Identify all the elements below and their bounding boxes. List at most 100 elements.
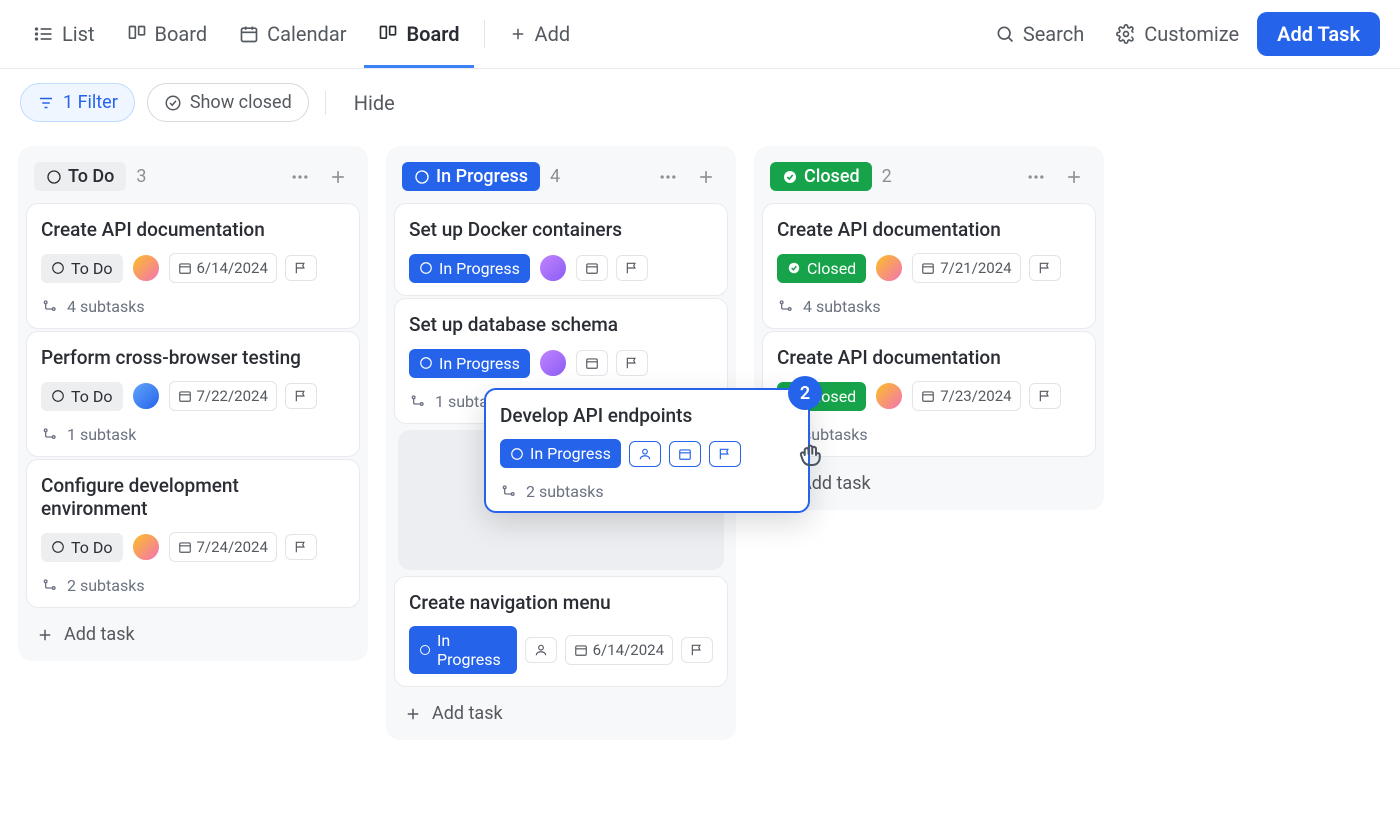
priority-flag[interactable] bbox=[616, 350, 648, 376]
task-card[interactable]: Configure development environment To Do … bbox=[26, 459, 360, 608]
task-card[interactable]: Set up Docker containers In Progress bbox=[394, 203, 728, 296]
person-icon bbox=[534, 643, 548, 657]
assignee-avatar[interactable] bbox=[538, 253, 568, 283]
task-card[interactable]: Perform cross-browser testing To Do 7/22… bbox=[26, 331, 360, 457]
task-status-chip[interactable]: To Do bbox=[41, 382, 123, 411]
plus-icon bbox=[509, 25, 527, 43]
customize-button[interactable]: Customize bbox=[1102, 14, 1253, 54]
priority-flag[interactable] bbox=[616, 255, 648, 281]
priority-flag[interactable] bbox=[285, 383, 317, 409]
assignee-avatar[interactable] bbox=[131, 532, 161, 562]
subtasks-row[interactable]: 2 subtasks bbox=[500, 478, 794, 501]
task-status-chip[interactable]: In Progress bbox=[409, 254, 530, 283]
filter-button[interactable]: 1 Filter bbox=[20, 83, 135, 122]
assignee-empty[interactable] bbox=[525, 637, 557, 663]
plus-icon bbox=[404, 705, 422, 723]
assignee-avatar[interactable] bbox=[874, 253, 904, 283]
due-date[interactable]: 6/14/2024 bbox=[565, 635, 673, 665]
task-status-label: To Do bbox=[71, 387, 113, 406]
task-status-chip[interactable]: In Progress bbox=[500, 439, 621, 468]
column-name: In Progress bbox=[436, 166, 528, 187]
due-date[interactable] bbox=[576, 255, 608, 281]
task-status-chip[interactable]: To Do bbox=[41, 533, 123, 562]
task-title: Set up database schema bbox=[409, 313, 713, 336]
subtasks-text: 2 subtasks bbox=[526, 482, 604, 501]
column-name: To Do bbox=[68, 166, 114, 187]
view-tab-board-active[interactable]: Board bbox=[364, 12, 473, 56]
subtasks-row[interactable]: 4 subtasks bbox=[777, 293, 1081, 316]
flag-icon bbox=[1038, 389, 1052, 403]
task-status-chip[interactable]: In Progress bbox=[409, 349, 530, 378]
subtasks-row[interactable]: 4 subtasks bbox=[41, 293, 345, 316]
assignee-avatar[interactable] bbox=[131, 381, 161, 411]
priority-flag[interactable] bbox=[1029, 383, 1061, 409]
assignee-avatar[interactable] bbox=[538, 348, 568, 378]
filter-icon bbox=[37, 94, 55, 112]
subtasks-row[interactable]: 1 subtask bbox=[41, 421, 345, 444]
due-date[interactable]: 7/21/2024 bbox=[912, 253, 1020, 283]
priority-flag[interactable] bbox=[709, 441, 741, 467]
column-add-button[interactable] bbox=[324, 163, 352, 191]
column-status-chip[interactable]: To Do bbox=[34, 162, 126, 191]
dragging-task-card[interactable]: 2 Develop API endpoints In Progress 2 su… bbox=[484, 388, 810, 513]
subtasks-row[interactable]: 2 subtasks bbox=[41, 572, 345, 595]
flag-icon bbox=[690, 643, 704, 657]
priority-flag[interactable] bbox=[681, 637, 713, 663]
due-date[interactable]: 7/23/2024 bbox=[912, 381, 1020, 411]
flag-icon bbox=[718, 447, 732, 461]
add-task-row[interactable]: Add task bbox=[22, 612, 364, 657]
task-title: Create navigation menu bbox=[409, 591, 713, 614]
search-button[interactable]: Search bbox=[981, 14, 1098, 54]
column-more-button[interactable] bbox=[654, 163, 682, 191]
task-card[interactable]: Create navigation menu In Progress 6/14/… bbox=[394, 576, 728, 687]
task-status-label: In Progress bbox=[530, 444, 611, 463]
task-status-chip[interactable]: To Do bbox=[41, 254, 123, 283]
due-date[interactable]: 7/22/2024 bbox=[169, 381, 277, 411]
plus-icon bbox=[696, 167, 716, 187]
task-card[interactable]: Create API documentation To Do 6/14/2024 bbox=[26, 203, 360, 329]
due-date-text: 7/24/2024 bbox=[197, 538, 268, 556]
assignee-avatar[interactable] bbox=[131, 253, 161, 283]
due-date-text: 7/22/2024 bbox=[197, 387, 268, 405]
priority-flag[interactable] bbox=[1029, 255, 1061, 281]
flag-icon bbox=[1038, 261, 1052, 275]
circle-icon bbox=[51, 389, 65, 403]
calendar-icon bbox=[585, 356, 599, 370]
assignee-avatar[interactable] bbox=[874, 381, 904, 411]
more-icon bbox=[290, 167, 310, 187]
priority-flag[interactable] bbox=[285, 255, 317, 281]
due-date[interactable] bbox=[576, 350, 608, 376]
column-add-button[interactable] bbox=[1060, 163, 1088, 191]
circle-icon bbox=[46, 169, 62, 185]
task-status-chip[interactable]: In Progress bbox=[409, 626, 517, 674]
task-status-chip[interactable]: Closed bbox=[777, 254, 866, 283]
add-task-row[interactable]: Add task bbox=[390, 691, 732, 736]
column-add-button[interactable] bbox=[692, 163, 720, 191]
due-date[interactable]: 6/14/2024 bbox=[169, 253, 277, 283]
due-date[interactable]: 7/24/2024 bbox=[169, 532, 277, 562]
column-more-button[interactable] bbox=[1022, 163, 1050, 191]
progress-icon bbox=[419, 356, 433, 370]
add-task-button[interactable]: Add Task bbox=[1257, 12, 1380, 56]
column-status-chip[interactable]: Closed bbox=[770, 162, 872, 191]
view-tab-board-1[interactable]: Board bbox=[113, 12, 222, 56]
column-more-button[interactable] bbox=[286, 163, 314, 191]
view-tab-list[interactable]: List bbox=[20, 12, 109, 56]
task-title: Create API documentation bbox=[777, 346, 1081, 369]
add-view-button[interactable]: Add bbox=[495, 12, 585, 56]
task-title: Perform cross-browser testing bbox=[41, 346, 345, 369]
priority-flag[interactable] bbox=[285, 534, 317, 560]
add-task-label: Add task bbox=[800, 473, 871, 494]
plus-icon bbox=[1064, 167, 1084, 187]
column-count: 3 bbox=[136, 166, 146, 187]
column-status-chip[interactable]: In Progress bbox=[402, 162, 540, 191]
search-label: Search bbox=[1023, 22, 1084, 46]
view-tab-calendar[interactable]: Calendar bbox=[225, 12, 360, 56]
assignee-empty[interactable] bbox=[629, 441, 661, 467]
hide-button[interactable]: Hide bbox=[354, 91, 395, 115]
task-card[interactable]: Create API documentation Closed 7/21/202… bbox=[762, 203, 1096, 329]
due-date[interactable] bbox=[669, 441, 701, 467]
calendar-icon bbox=[585, 261, 599, 275]
show-closed-button[interactable]: Show closed bbox=[147, 83, 309, 122]
progress-icon bbox=[419, 643, 431, 657]
